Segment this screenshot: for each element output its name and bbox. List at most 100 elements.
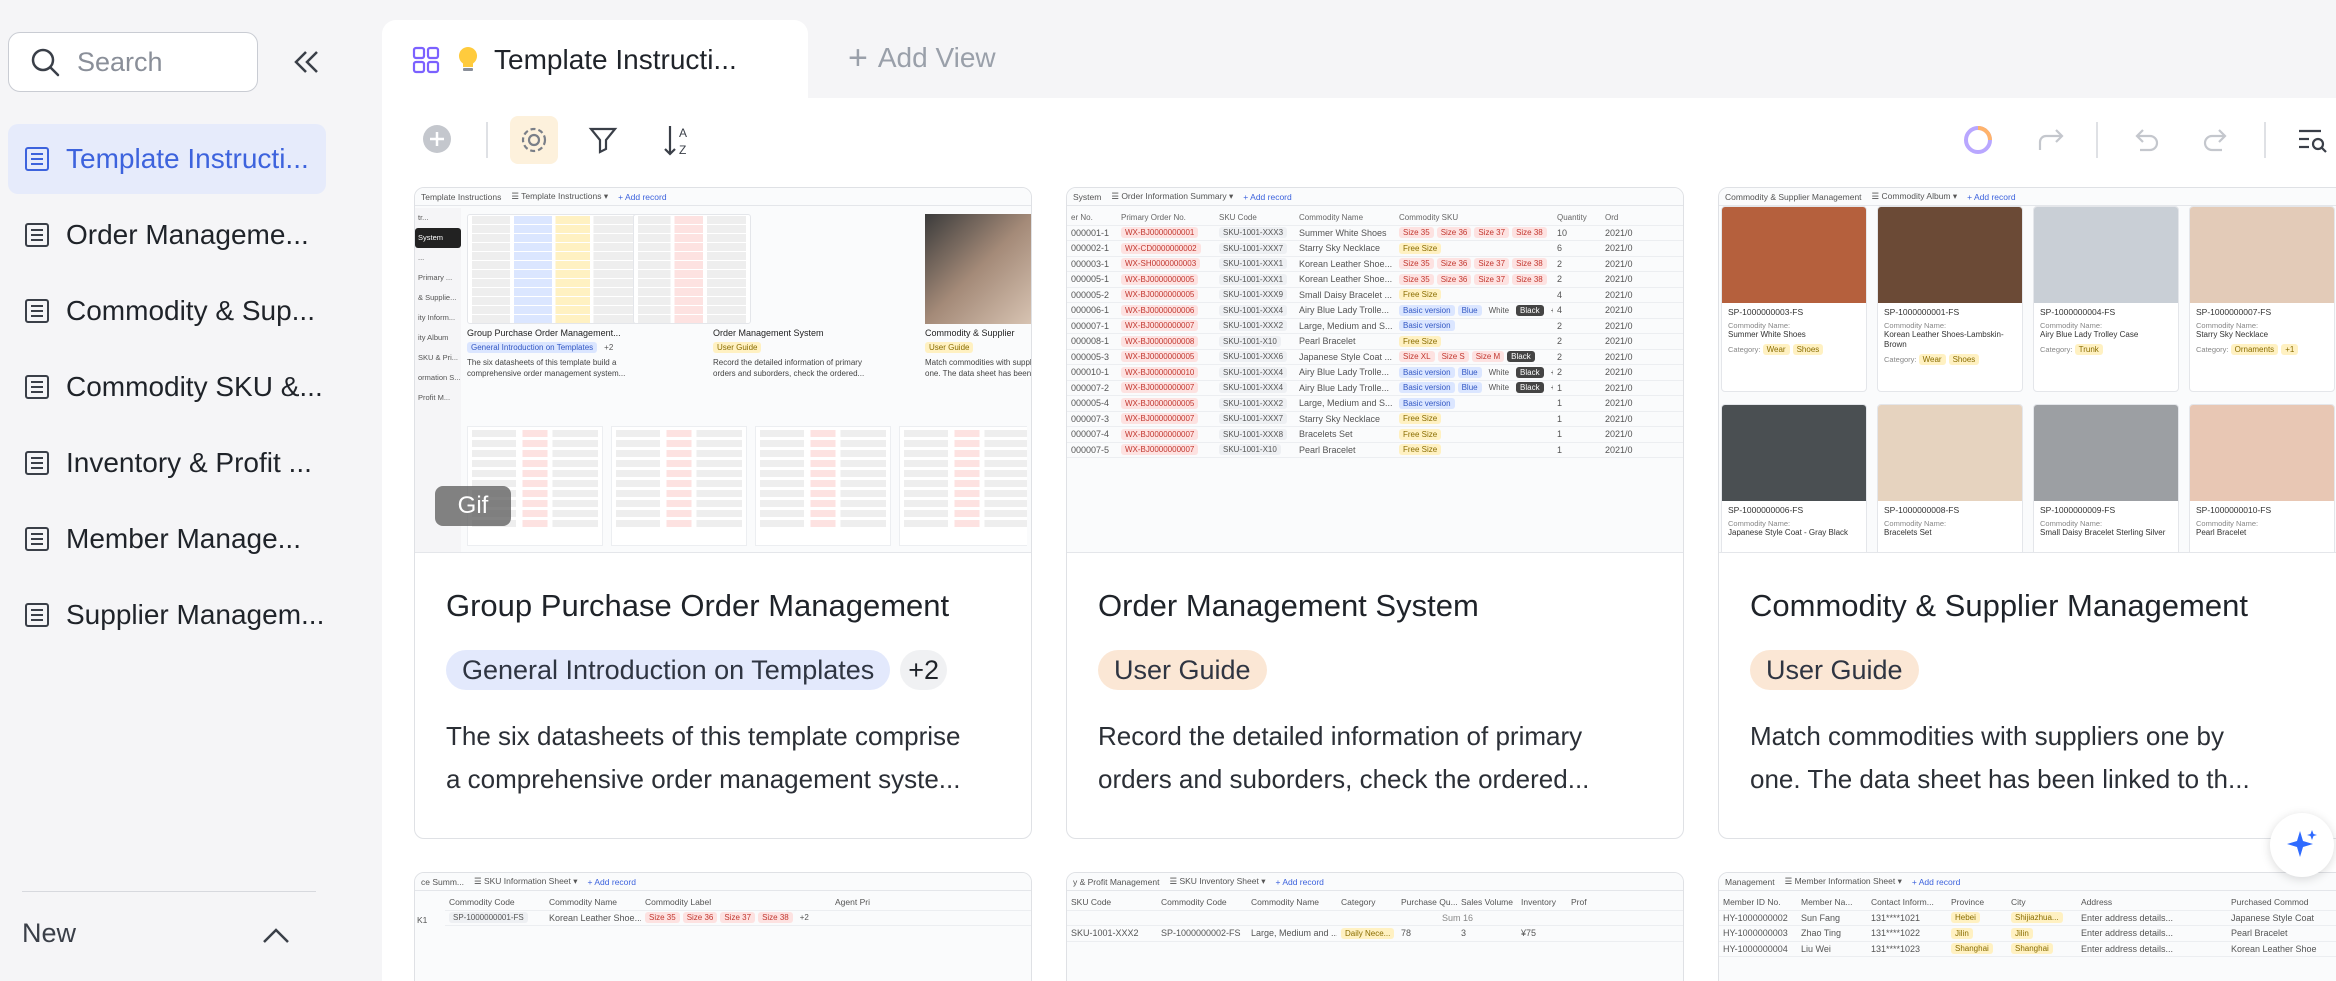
card-description-line: Record the detailed information of prima… <box>1098 721 1583 751</box>
commodity-photo <box>2034 207 2178 303</box>
search-view-icon[interactable] <box>2294 122 2330 158</box>
mini-cell: 000008-1 <box>1071 336 1110 347</box>
search-input[interactable]: Search <box>8 32 258 92</box>
mini-cell: SKU-1001-XXX3 <box>1215 227 1295 239</box>
mini-cell: 2021/0 <box>1605 382 1633 393</box>
mini-cell: SKU-1001-X10 <box>1215 444 1295 456</box>
mini-card-desc: orders and suborders, check the ordered.… <box>713 369 865 378</box>
mini-header-cell: Province <box>1951 897 1985 908</box>
mini-cell: Japanese Style Coat <box>2231 912 2315 923</box>
redo-icon[interactable] <box>2198 122 2234 158</box>
mini-header-cell: Sales Volume <box>1461 897 1513 908</box>
mini-tab: Commodity & Supplier Management <box>1725 191 1862 202</box>
gallery-card: SP-1000000008-FS Commodity Name: Bracelets… <box>1877 404 2023 552</box>
sidebar-item[interactable]: Commodity SKU &... <box>8 352 326 422</box>
toolbar-divider <box>486 122 488 158</box>
mini-header-row: Member ID No. Member Na... Contact Inform.… <box>1719 895 2336 911</box>
mini-cell: 2021/0 <box>1605 444 1633 455</box>
sidebar-item[interactable]: Order Manageme... <box>8 200 326 270</box>
commodity-photo <box>1722 207 1866 303</box>
add-view-button[interactable]: + Add View <box>848 41 996 75</box>
gallery-card: SP-1000000003-FS Commodity Name: Summer Wh… <box>1721 206 1867 392</box>
mini-sum: Sum 16 <box>1441 912 1473 923</box>
gallery-name: Airy Blue Lady Trolley Case <box>2040 330 2139 339</box>
sidebar-section-new[interactable]: New <box>22 918 76 949</box>
add-icon[interactable] <box>422 124 452 154</box>
mini-cell: SKU-1001-XXX9 <box>1215 289 1295 301</box>
mini-nav-item: ity Inform... <box>418 313 456 322</box>
sidebar-item[interactable]: Template Instructi... <box>8 124 326 194</box>
mini-cell: Size 35Size 36Size 37Size 38+2 <box>1395 258 1553 270</box>
sidebar-item-label: Template Instructi... <box>66 143 309 174</box>
mini-cell: 2021/0 <box>1605 429 1633 440</box>
mini-cell: 2021/0 <box>1605 289 1633 300</box>
sku-pill: Free Size <box>1399 413 1442 425</box>
settings-icon[interactable] <box>510 116 558 164</box>
mini-photo-grid <box>925 214 1031 324</box>
filter-icon[interactable] <box>586 122 622 158</box>
mini-cell: 2021/0 <box>1605 351 1633 362</box>
mini-toolbar: System ☰ Order Information Summary ▾ + Add… <box>1067 188 1683 206</box>
mini-cell: WX-BJ0000000005 <box>1117 289 1215 301</box>
mini-nav-item: ity Album <box>418 333 449 342</box>
sort-icon[interactable]: AZ <box>660 120 696 160</box>
ai-assistant-button[interactable] <box>2270 813 2334 877</box>
mini-cell: WX-BJ0000000006 <box>1117 304 1215 316</box>
chevron-up-icon[interactable] <box>258 920 294 950</box>
tag: General Introduction on Templates <box>446 650 891 690</box>
mini-header-cell: Member ID No. <box>1723 897 1781 908</box>
datasheet-icon <box>25 223 49 247</box>
mini-header-cell: SKU Code <box>1071 897 1112 908</box>
mini-cell: 2021/0 <box>1605 336 1633 347</box>
template-card[interactable]: ce Summ... ☰ SKU Information Sheet ▾ + Add… <box>414 872 1032 981</box>
mini-cell: Size XL Size S Size M Black <box>1395 351 1553 363</box>
mini-cell: Airy Blue Lady Trolle... <box>1299 305 1390 316</box>
mini-cell: Free Size <box>1395 289 1553 301</box>
mini-header-cell: Commodity Name <box>1251 897 1320 908</box>
order-pill: WX-BJ0000000007 <box>1121 382 1199 394</box>
mini-cell: Japanese Style Coat ... <box>1299 351 1393 362</box>
mini-cell: 4 <box>1557 305 1563 316</box>
mini-cell: Bracelets Set <box>1299 429 1353 440</box>
mini-nav-item: ... <box>418 253 425 262</box>
add-view-label: Add View <box>877 42 996 73</box>
mini-view: ☰ Order Information Summary ▾ <box>1111 191 1234 201</box>
sidebar-item[interactable]: Inventory & Profit ... <box>8 428 326 498</box>
datasheet-icon <box>25 147 49 171</box>
template-card[interactable]: Commodity & Supplier Management ☰ Commodi… <box>1718 187 2336 839</box>
mini-cell: WX-SH0000000003 <box>1117 258 1215 270</box>
mini-add-record: + Add record <box>587 876 636 887</box>
mini-nav-item: tr... <box>418 213 429 222</box>
mini-cell: 2 <box>1557 336 1563 347</box>
order-pill: WX-BJ0000000005 <box>1121 273 1199 285</box>
tab-template-instructions[interactable]: Template Instructi... <box>382 20 808 100</box>
mini-cell: SKU-1001-XXX6 <box>1215 351 1295 363</box>
order-pill: WX-BJ0000000010 <box>1121 366 1199 378</box>
category-pill: Trunk <box>2074 344 2103 355</box>
mini-header-cell: Commodity Code <box>1161 897 1227 908</box>
mini-cell: WX-BJ0000000005 <box>1117 397 1215 409</box>
mini-cell: HY-1000000004 <box>1723 943 1788 954</box>
collapse-sidebar-icon[interactable] <box>288 44 324 80</box>
mini-cell: 2021/0 <box>1605 305 1633 316</box>
template-card[interactable]: Management ☰ Member Information Sheet ▾ + … <box>1718 872 2336 981</box>
template-card[interactable]: y & Profit Management ☰ SKU Inventory She… <box>1066 872 1684 981</box>
mini-nav-item: System <box>415 228 461 248</box>
svg-text:A: A <box>679 126 687 140</box>
mini-cell: Free Size <box>1395 444 1553 456</box>
sku-code-pill: SKU-1001-XXX6 <box>1219 351 1288 363</box>
share-icon[interactable] <box>2034 122 2070 158</box>
sidebar-item[interactable]: Supplier Managem... <box>8 580 326 650</box>
template-card[interactable]: System ☰ Order Information Summary ▾ + Add… <box>1066 187 1684 839</box>
sidebar-item[interactable]: Member Manage... <box>8 504 326 574</box>
category-pill: Wear <box>1918 354 1946 365</box>
ai-ring-icon[interactable] <box>1960 122 1996 158</box>
order-pill: WX-BJ0000000008 <box>1121 335 1199 347</box>
mini-tab: Template Instructions <box>421 191 502 202</box>
template-card[interactable]: Template Instructions ☰ Template Instruct… <box>414 187 1032 839</box>
sku-pill: Size 38 <box>1512 227 1547 239</box>
undo-icon[interactable] <box>2128 122 2164 158</box>
sidebar-item[interactable]: Commodity & Sup... <box>8 276 326 346</box>
gallery-category: Category: Trunk <box>2034 340 2178 359</box>
mini-cell: Small Daisy Bracelet ... <box>1299 289 1393 300</box>
